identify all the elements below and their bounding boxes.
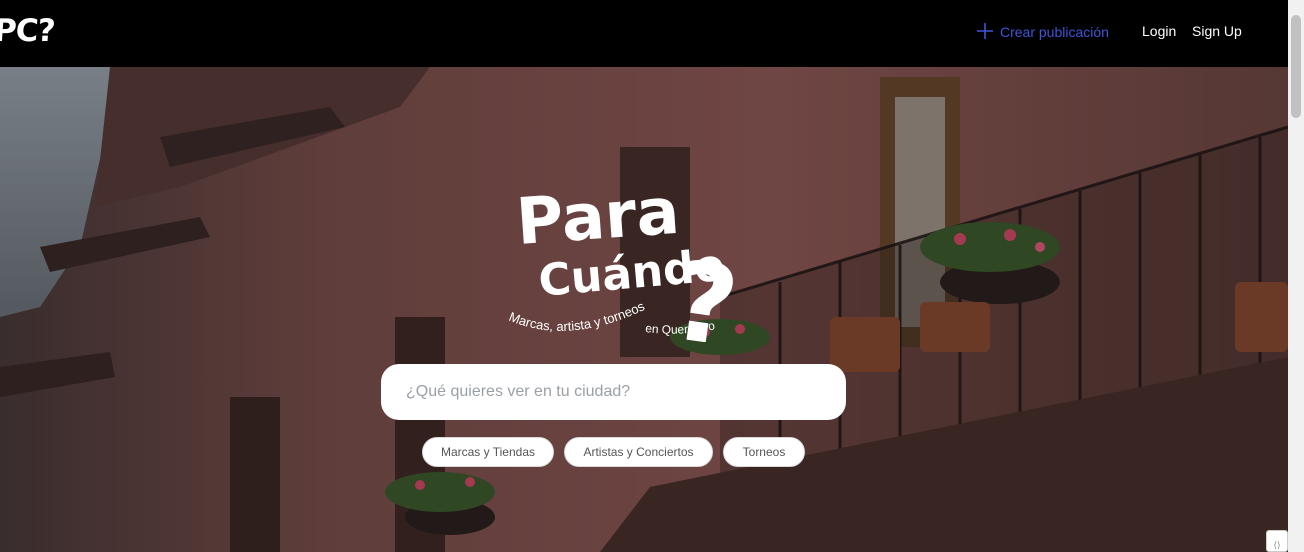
resize-icon[interactable]: ⟨⟩	[1266, 530, 1288, 552]
scrollbar-thumb[interactable]	[1291, 15, 1301, 118]
login-link[interactable]: Login	[1142, 23, 1176, 39]
hero-section: Para Cuándo ? Marcas, artista y torneos …	[0, 67, 1288, 552]
search-box[interactable]	[381, 364, 846, 420]
signup-link[interactable]: Sign Up	[1192, 23, 1242, 39]
site-logo[interactable]: PC?	[0, 13, 56, 49]
plus-icon	[976, 22, 994, 43]
create-post-label: Crear publicación	[1000, 24, 1109, 40]
top-navbar: PC? Crear publicación Login Sign Up	[0, 0, 1288, 67]
create-post-link[interactable]: Crear publicación	[976, 21, 1109, 43]
chip-torneos[interactable]: Torneos	[723, 437, 805, 467]
chip-artistas-conciertos[interactable]: Artistas y Conciertos	[564, 437, 713, 467]
search-input[interactable]	[404, 382, 828, 402]
vertical-scrollbar[interactable]	[1288, 0, 1304, 552]
para-cuando-logo: Para Cuándo ? Marcas, artista y torneos …	[507, 175, 740, 342]
chip-marcas-tiendas[interactable]: Marcas y Tiendas	[422, 437, 554, 467]
